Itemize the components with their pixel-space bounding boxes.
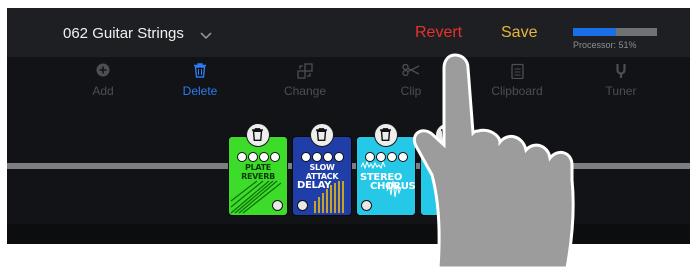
pointing-hand-icon bbox=[413, 53, 575, 268]
